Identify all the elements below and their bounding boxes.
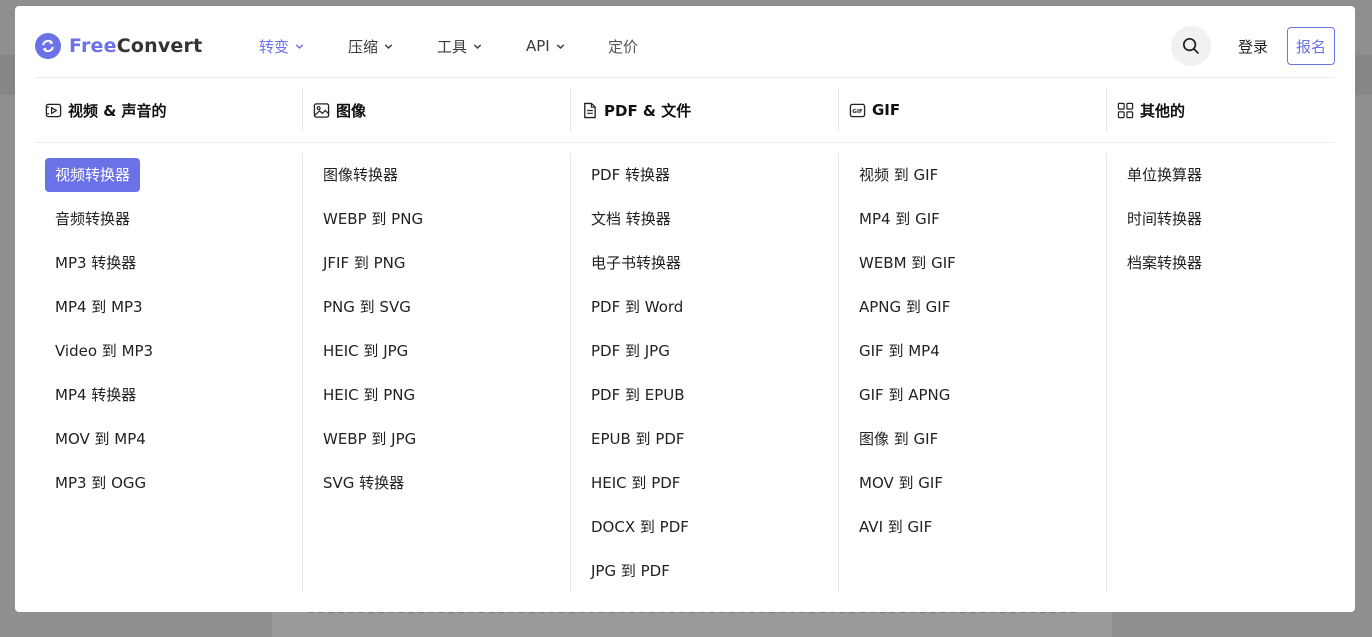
column-header-image: 图像	[313, 88, 366, 132]
menu-link[interactable]: 电子书转换器	[581, 246, 691, 280]
menu-link[interactable]: DOCX 到 PDF	[581, 510, 699, 544]
logo-wordmark: FreeConvert	[69, 35, 203, 57]
menu-link[interactable]: PDF 到 EPUB	[581, 378, 695, 412]
menu-link[interactable]: Video 到 MP3	[45, 334, 163, 368]
column-header-other: 其他的	[1117, 88, 1185, 132]
column-title: 视频 & 声音的	[68, 101, 167, 120]
chevron-down-icon	[556, 43, 564, 49]
menu-link[interactable]: 单位换算器	[1117, 158, 1212, 192]
column-divider	[838, 88, 839, 132]
document-icon	[584, 102, 596, 118]
column-header-pdf-documents: PDF & 文件	[581, 88, 691, 132]
menu-link[interactable]: JPG 到 PDF	[581, 554, 680, 588]
menu-link[interactable]: 档案转换器	[1117, 246, 1212, 280]
top-navigation: FreeConvert 转变 压缩 工具 API 定价 登录 报名	[35, 6, 1335, 78]
nav-pricing[interactable]: 定价	[608, 35, 638, 57]
freeconvert-logo[interactable]: FreeConvert	[35, 33, 202, 59]
menu-link[interactable]: 图像 到 GIF	[849, 422, 948, 456]
chevron-down-icon	[384, 43, 393, 49]
menu-link[interactable]: 图像转换器	[313, 158, 408, 192]
menu-link[interactable]: APNG 到 GIF	[849, 290, 960, 324]
column-divider	[302, 153, 303, 592]
nav-convert[interactable]: 转变	[259, 35, 304, 57]
column-divider	[570, 88, 571, 132]
menu-link[interactable]: MP3 到 OGG	[45, 466, 156, 500]
menu-link[interactable]: MP4 转换器	[45, 378, 146, 412]
menu-link[interactable]: JFIF 到 PNG	[313, 246, 416, 280]
column-links-gif: 视频 到 GIF MP4 到 GIF WEBM 到 GIF APNG 到 GIF…	[849, 158, 1099, 554]
column-title: GIF	[872, 101, 901, 119]
menu-link[interactable]: 时间转换器	[1117, 202, 1212, 236]
menu-link[interactable]: MP4 到 GIF	[849, 202, 950, 236]
gif-icon: GIF	[849, 103, 866, 117]
menu-link[interactable]: HEIC 到 JPG	[313, 334, 418, 368]
video-icon	[45, 103, 62, 117]
menu-link[interactable]: HEIC 到 PDF	[581, 466, 690, 500]
menu-link[interactable]: 音频转换器	[45, 202, 140, 236]
header-divider	[35, 142, 1335, 143]
column-title: PDF & 文件	[604, 101, 692, 120]
menu-link[interactable]: PDF 到 JPG	[581, 334, 680, 368]
menu-link[interactable]: MP3 转换器	[45, 246, 146, 280]
menu-link[interactable]: WEBP 到 JPG	[313, 422, 426, 456]
menu-link[interactable]: PNG 到 SVG	[313, 290, 421, 324]
search-icon	[1182, 37, 1199, 54]
menu-link[interactable]: MOV 到 GIF	[849, 466, 953, 500]
menu-link[interactable]: MP4 到 MP3	[45, 290, 153, 324]
column-divider	[838, 153, 839, 592]
menu-link[interactable]: GIF 到 APNG	[849, 378, 960, 412]
column-links-other: 单位换算器 时间转换器 档案转换器	[1117, 158, 1367, 290]
logo-refresh-icon	[35, 33, 61, 59]
grid-icon	[1117, 102, 1134, 118]
search-button[interactable]	[1171, 26, 1211, 66]
menu-link[interactable]: 文档 转换器	[581, 202, 681, 236]
column-divider	[1106, 153, 1107, 592]
nav-compress[interactable]: 压缩	[348, 35, 393, 57]
column-divider	[570, 153, 571, 592]
menu-link-video-converter[interactable]: 视频转换器	[45, 158, 141, 192]
signup-button[interactable]: 报名	[1287, 27, 1335, 65]
chevron-down-icon	[295, 43, 304, 49]
column-title: 其他的	[1140, 101, 1186, 120]
menu-link[interactable]: MOV 到 MP4	[45, 422, 156, 456]
menu-link[interactable]: AVI 到 GIF	[849, 510, 942, 544]
column-header-video-audio: 视频 & 声音的	[45, 88, 167, 132]
menu-link[interactable]: SVG 转换器	[313, 466, 414, 500]
column-links-video-audio: 视频转换器 音频转换器 MP3 转换器 MP4 到 MP3 Video 到 MP…	[45, 158, 295, 510]
column-divider	[302, 88, 303, 132]
svg-text:GIF: GIF	[852, 108, 863, 114]
chevron-down-icon	[473, 43, 482, 49]
login-link[interactable]: 登录	[1238, 36, 1268, 57]
convert-mega-menu: FreeConvert 转变 压缩 工具 API 定价 登录 报名 视频 & 声…	[15, 6, 1355, 612]
column-links-pdf-documents: PDF 转换器 文档 转换器 电子书转换器 PDF 到 Word PDF 到 J…	[581, 158, 831, 598]
column-links-image: 图像转换器 WEBP 到 PNG JFIF 到 PNG PNG 到 SVG HE…	[313, 158, 563, 510]
menu-link[interactable]: HEIC 到 PNG	[313, 378, 425, 412]
menu-link[interactable]: EPUB 到 PDF	[581, 422, 695, 456]
column-divider	[1106, 88, 1107, 132]
menu-link[interactable]: PDF 到 Word	[581, 290, 693, 324]
menu-link[interactable]: WEBM 到 GIF	[849, 246, 966, 280]
column-title: 图像	[336, 101, 367, 120]
nav-tools[interactable]: 工具	[437, 35, 482, 57]
image-icon	[313, 102, 330, 118]
menu-link[interactable]: GIF 到 MP4	[849, 334, 950, 368]
menu-link[interactable]: PDF 转换器	[581, 158, 680, 192]
nav-api[interactable]: API	[526, 35, 565, 57]
menu-link[interactable]: 视频 到 GIF	[849, 158, 948, 192]
menu-link[interactable]: WEBP 到 PNG	[313, 202, 433, 236]
column-header-gif: GIF GIF	[849, 88, 900, 132]
